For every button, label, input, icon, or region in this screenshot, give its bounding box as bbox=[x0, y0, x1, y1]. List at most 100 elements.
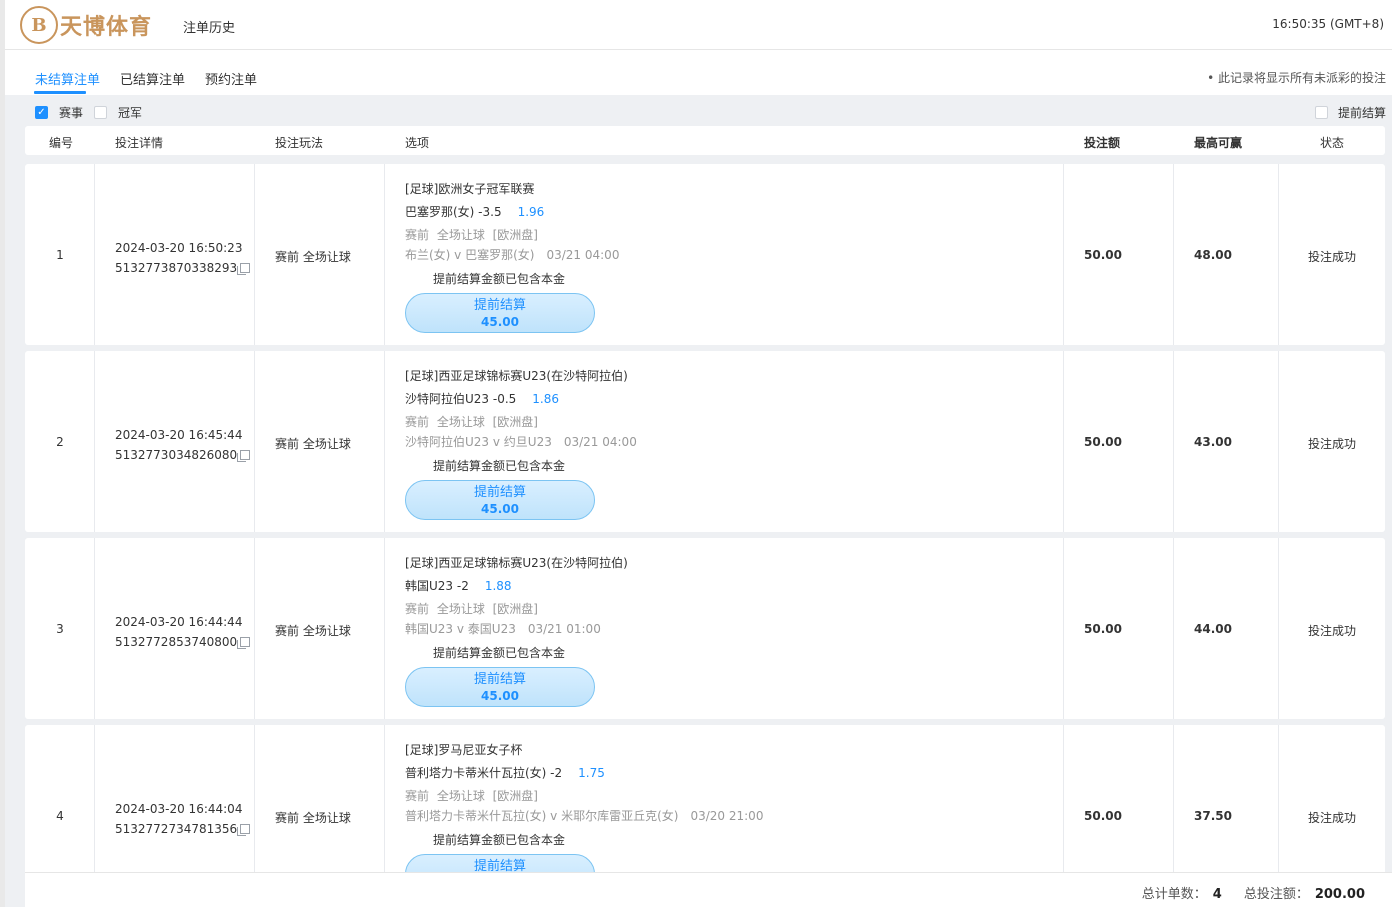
copy-icon[interactable] bbox=[237, 637, 251, 649]
bet-type: 赛前 全场让球 bbox=[275, 624, 351, 638]
market-info: 赛前 全场让球 [欧洲盘] bbox=[405, 228, 538, 242]
bet-id: 5132772853740800 bbox=[115, 635, 238, 649]
match-time: 03/20 21:00 bbox=[690, 809, 764, 823]
stake: 50.00 bbox=[1084, 809, 1122, 823]
total-count-label: 总计单数： bbox=[1141, 887, 1207, 902]
cashout-button[interactable]: 提前结算 45.00 bbox=[405, 480, 595, 520]
status: 投注成功 bbox=[1307, 250, 1356, 264]
odds: 1.96 bbox=[517, 205, 545, 219]
max-win: 48.00 bbox=[1194, 248, 1232, 262]
pick-text: 韩国U23 -2 bbox=[405, 579, 469, 593]
pick-text: 普利塔力卡蒂米什瓦拉(女) -2 bbox=[405, 766, 563, 780]
champion-checkbox[interactable] bbox=[94, 106, 108, 119]
cashout-filter-label[interactable]: 提前结算 bbox=[1338, 104, 1386, 121]
match-info: 普利塔力卡蒂米什瓦拉(女) v 米耶尔库雷亚丘克(女) 03/20 21:00 bbox=[405, 807, 1055, 825]
total-stake-value: 200.00 bbox=[1314, 887, 1365, 902]
copy-icon[interactable] bbox=[237, 263, 251, 275]
col-status: 状态 bbox=[1320, 136, 1345, 150]
table-row: 3 2024-03-20 16:44:44 5132772853740800 赛… bbox=[25, 538, 1385, 719]
match-teams: 沙特阿拉伯U23 v 约旦U23 bbox=[405, 435, 552, 449]
copy-icon[interactable] bbox=[237, 450, 251, 462]
col-number: 编号 bbox=[49, 136, 74, 150]
cashout-button[interactable]: 提前结算 45.00 bbox=[405, 667, 595, 707]
cashout-button[interactable]: 提前结算 45.00 bbox=[405, 293, 595, 333]
cashout-note: 提前结算金额已包含本金 bbox=[433, 833, 566, 847]
cashout-value: 45.00 bbox=[481, 315, 519, 329]
page-title: 注单历史 bbox=[183, 21, 236, 36]
selection-cell: [足球]欧洲女子冠军联赛 巴塞罗那(女) -3.5 1.96 赛前 全场让球 [欧… bbox=[405, 180, 1055, 333]
status: 投注成功 bbox=[1307, 624, 1356, 638]
clock: 16:50:35 (GMT+8) bbox=[1272, 17, 1384, 31]
row-number: 2 bbox=[56, 435, 64, 449]
max-win: 37.50 bbox=[1194, 809, 1232, 823]
pick: 巴塞罗那(女) -3.5 1.96 bbox=[405, 203, 1055, 221]
bet-details: 2024-03-20 16:50:23 5132773870338293 bbox=[115, 238, 251, 278]
match-time: 03/21 04:00 bbox=[563, 435, 637, 449]
league-name: [足球]欧洲女子冠军联赛 bbox=[405, 182, 535, 196]
top-header: B 天博体育 注单历史 16:50:35 (GMT+8) bbox=[5, 0, 1392, 50]
match-info: 沙特阿拉伯U23 v 约旦U23 03/21 04:00 bbox=[405, 433, 1055, 451]
event-checkbox[interactable]: ✓ bbox=[35, 106, 48, 119]
max-win: 44.00 bbox=[1194, 622, 1232, 636]
col-bet-type: 投注玩法 bbox=[275, 136, 324, 150]
pick-text: 沙特阿拉伯U23 -0.5 bbox=[405, 392, 517, 406]
cashout-label: 提前结算 bbox=[473, 672, 526, 687]
stake: 50.00 bbox=[1084, 248, 1122, 262]
tab-bar: 未结算注单 已结算注单 预约注单 • 此记录将显示所有未派彩的投注 bbox=[5, 56, 1392, 95]
bet-details: 2024-03-20 16:44:04 5132772734781356 bbox=[115, 799, 251, 839]
odds: 1.86 bbox=[532, 392, 560, 406]
status: 投注成功 bbox=[1307, 811, 1356, 825]
match-time: 03/21 01:00 bbox=[527, 622, 601, 636]
match-teams: 布兰(女) v 巴塞罗那(女) bbox=[405, 248, 535, 262]
match-info: 布兰(女) v 巴塞罗那(女) 03/21 04:00 bbox=[405, 246, 1055, 264]
row-number: 4 bbox=[56, 809, 64, 823]
market-info: 赛前 全场让球 [欧洲盘] bbox=[405, 415, 538, 429]
bet-id: 5132773870338293 bbox=[115, 261, 238, 275]
selection-cell: [足球]西亚足球锦标赛U23(在沙特阿拉伯) 韩国U23 -2 1.88 赛前 全… bbox=[405, 554, 1055, 707]
brand-logo[interactable]: B 天博体育 bbox=[20, 6, 152, 44]
row-number: 1 bbox=[56, 248, 64, 262]
filter-group: ✓ 赛事 冠军 bbox=[35, 104, 142, 121]
bet-type: 赛前 全场让球 bbox=[275, 811, 351, 825]
summary-footer: 总计单数： 4 总投注额： 200.00 bbox=[25, 872, 1392, 907]
event-filter-label[interactable]: 赛事 bbox=[59, 104, 83, 121]
odds: 1.75 bbox=[578, 766, 605, 780]
cashout-note: 提前结算金额已包含本金 bbox=[433, 459, 566, 473]
table-header: 编号 投注详情 投注玩法 选项 投注额 最高可赢 状态 bbox=[25, 126, 1385, 155]
col-stake: 投注额 bbox=[1084, 136, 1121, 150]
match-teams: 韩国U23 v 泰国U23 bbox=[405, 622, 516, 636]
champion-filter-label[interactable]: 冠军 bbox=[118, 104, 142, 121]
table-row: 1 2024-03-20 16:50:23 5132773870338293 赛… bbox=[25, 164, 1385, 345]
max-win: 43.00 bbox=[1194, 435, 1232, 449]
pick: 普利塔力卡蒂米什瓦拉(女) -2 1.75 bbox=[405, 764, 1055, 782]
cashout-label: 提前结算 bbox=[473, 298, 526, 313]
active-tab-indicator bbox=[34, 91, 86, 94]
market-info: 赛前 全场让球 [欧洲盘] bbox=[405, 602, 538, 616]
tab-scheduled[interactable]: 预约注单 bbox=[205, 69, 257, 88]
copy-icon[interactable] bbox=[237, 824, 251, 836]
bet-id: 5132773034826080 bbox=[115, 448, 238, 462]
tab-settled[interactable]: 已结算注单 bbox=[120, 69, 185, 88]
league-name: [足球]西亚足球锦标赛U23(在沙特阿拉伯) bbox=[405, 369, 628, 383]
col-selection: 选项 bbox=[405, 136, 430, 150]
cashout-checkbox[interactable] bbox=[1314, 106, 1328, 119]
col-max-win: 最高可赢 bbox=[1194, 136, 1243, 150]
bet-time: 2024-03-20 16:50:23 bbox=[115, 241, 243, 255]
tab-note: • 此记录将显示所有未派彩的投注 bbox=[1207, 71, 1386, 85]
table-row: 2 2024-03-20 16:45:44 5132773034826080 赛… bbox=[25, 351, 1385, 532]
logo-mark-icon: B bbox=[20, 6, 58, 44]
tab-unsettled[interactable]: 未结算注单 bbox=[35, 69, 100, 88]
cashout-note: 提前结算金额已包含本金 bbox=[433, 646, 566, 660]
total-stake-label: 总投注额： bbox=[1243, 887, 1309, 902]
league-name: [足球]西亚足球锦标赛U23(在沙特阿拉伯) bbox=[405, 556, 628, 570]
logo-text: 天博体育 bbox=[60, 15, 153, 40]
bet-type: 赛前 全场让球 bbox=[275, 250, 351, 264]
bet-type: 赛前 全场让球 bbox=[275, 437, 351, 451]
bet-time: 2024-03-20 16:45:44 bbox=[115, 428, 243, 442]
stake: 50.00 bbox=[1084, 622, 1122, 636]
cashout-value: 45.00 bbox=[481, 689, 519, 703]
pick: 韩国U23 -2 1.88 bbox=[405, 577, 1055, 595]
cashout-value: 45.00 bbox=[481, 502, 519, 516]
stake: 50.00 bbox=[1084, 435, 1122, 449]
selection-cell: [足球]西亚足球锦标赛U23(在沙特阿拉伯) 沙特阿拉伯U23 -0.5 1.86… bbox=[405, 367, 1055, 520]
